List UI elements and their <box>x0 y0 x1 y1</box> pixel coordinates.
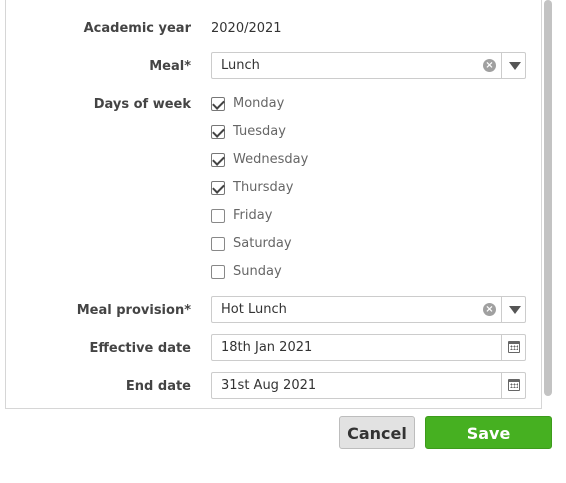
effective-date-label: Effective date <box>89 341 191 356</box>
scroll-thumb[interactable] <box>544 0 552 396</box>
day-checkbox[interactable] <box>211 237 225 251</box>
day-checkbox-label[interactable]: Saturday <box>233 236 292 251</box>
day-checkbox[interactable] <box>211 265 225 279</box>
day-checkbox-label[interactable]: Monday <box>233 96 284 111</box>
date-divider <box>501 335 502 360</box>
day-checkbox[interactable] <box>211 153 225 167</box>
checkmark-icon <box>212 125 225 138</box>
day-checkbox-label[interactable]: Tuesday <box>233 124 286 139</box>
checkmark-icon <box>212 97 225 110</box>
effective-date-field[interactable]: 18th Jan 2021 <box>211 334 526 361</box>
meal-provision-select-value: Hot Lunch <box>221 302 287 317</box>
checkmark-icon <box>212 181 225 194</box>
date-divider <box>501 373 502 398</box>
meal-select[interactable]: Lunch × <box>211 52 526 79</box>
chevron-down-icon[interactable] <box>509 62 521 70</box>
cancel-button[interactable]: Cancel <box>339 416 415 449</box>
end-date-label: End date <box>125 379 191 394</box>
days-of-week-label: Days of week <box>93 97 191 112</box>
day-checkbox-label[interactable]: Thursday <box>233 180 293 195</box>
effective-date-value: 18th Jan 2021 <box>221 340 313 355</box>
day-checkbox[interactable] <box>211 181 225 195</box>
academic-year-label: Academic year <box>83 21 191 36</box>
day-checkbox-label[interactable]: Friday <box>233 208 272 223</box>
day-checkbox[interactable] <box>211 97 225 111</box>
select-divider <box>501 297 502 322</box>
end-date-value: 31st Aug 2021 <box>221 378 317 393</box>
day-checkbox[interactable] <box>211 125 225 139</box>
clear-icon[interactable]: × <box>483 303 496 316</box>
academic-year-value: 2020/2021 <box>211 21 282 36</box>
select-divider <box>501 53 502 78</box>
day-checkbox-label[interactable]: Wednesday <box>233 152 308 167</box>
calendar-icon[interactable] <box>508 341 520 353</box>
meal-provision-select[interactable]: Hot Lunch × <box>211 296 526 323</box>
meal-provision-label: Meal provision* <box>76 303 191 318</box>
meal-label: Meal* <box>149 59 191 74</box>
meal-select-value: Lunch <box>221 58 260 73</box>
calendar-icon[interactable] <box>508 379 520 391</box>
scrollbar[interactable] <box>542 0 552 411</box>
day-checkbox[interactable] <box>211 209 225 223</box>
save-changes-button[interactable]: Save Changes <box>425 416 552 476</box>
chevron-down-icon[interactable] <box>509 306 521 314</box>
checkmark-icon <box>212 153 225 166</box>
end-date-field[interactable]: 31st Aug 2021 <box>211 372 526 399</box>
day-checkbox-label[interactable]: Sunday <box>233 264 282 279</box>
clear-icon[interactable]: × <box>483 59 496 72</box>
